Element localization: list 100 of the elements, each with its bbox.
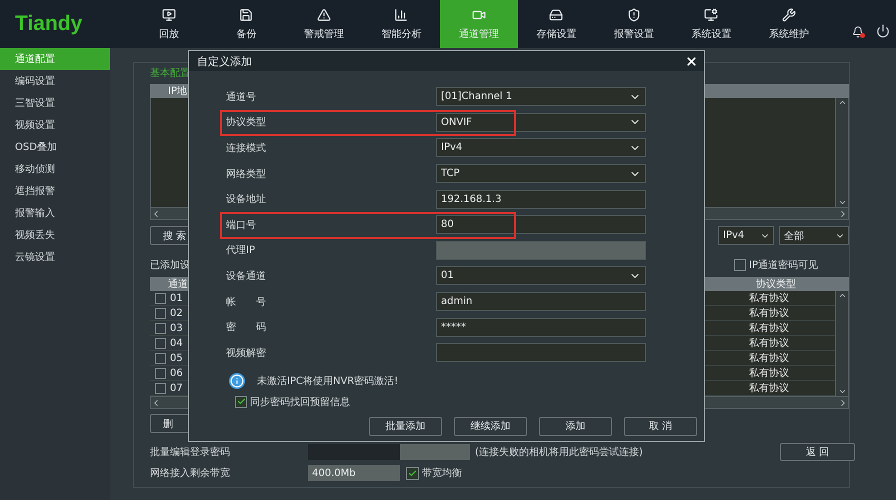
dropdown[interactable]: ONVIF (436, 112, 646, 132)
checkbox[interactable] (734, 259, 746, 271)
table-cell-text: 私有协议 (749, 366, 789, 380)
chevron-up-icon (838, 291, 846, 300)
checkbox[interactable] (155, 382, 166, 394)
table-cell: 01 (170, 292, 183, 304)
chevron-down-icon (838, 198, 846, 207)
input-field[interactable] (436, 240, 646, 260)
dialog-button[interactable]: 添加 (539, 416, 612, 436)
logo: Tiandy (14, 11, 84, 37)
input-field[interactable]: 192.168.1.3 (436, 190, 646, 209)
field-label: 通道号 (226, 90, 257, 104)
table-cell-text: 私有协议 (749, 382, 789, 395)
table-header: IP地 (150, 84, 190, 98)
power-icon[interactable] (876, 24, 890, 38)
nav-tab[interactable]: 警戒管理 (285, 0, 362, 48)
checkbox[interactable] (155, 308, 166, 318)
checkbox-label: IP通道密码可见 (749, 258, 818, 272)
info-icon (229, 372, 245, 389)
dropdown[interactable]: 01 (436, 266, 646, 286)
field-label: 连接模式 (226, 142, 267, 155)
monitor-play-icon (162, 8, 176, 22)
table-cell: 02 (170, 308, 183, 318)
dropdown[interactable]: IPv4 (718, 226, 774, 245)
dropdown[interactable]: TCP (436, 164, 646, 184)
checkbox[interactable] (406, 466, 419, 480)
table-cell: 05 (170, 352, 183, 364)
check-icon (236, 397, 246, 406)
check-icon (408, 468, 417, 478)
field-label: 设备通道 (226, 270, 267, 283)
nav-tab[interactable]: 智能分析 (362, 0, 440, 48)
table-cell: 07 (170, 382, 183, 394)
field-label: 密 码 (226, 320, 267, 334)
table-cell-text: 私有协议 (749, 306, 789, 320)
table-cell: 06 (170, 368, 183, 378)
table-cell: 03 (170, 322, 183, 334)
sidebar-item[interactable]: 视频丢失 (0, 224, 110, 246)
password-field[interactable] (308, 444, 400, 460)
checkbox[interactable] (155, 368, 166, 378)
input-field[interactable]: ***** (436, 318, 646, 337)
table-cell-text: 私有协议 (749, 292, 789, 305)
chevron-down-icon (838, 387, 846, 396)
scrollbar[interactable] (835, 291, 848, 396)
nav-tab[interactable]: 系统设置 (672, 0, 750, 48)
shield-alert-icon (626, 8, 641, 22)
dialog-button[interactable]: 取 消 (624, 416, 697, 436)
checkbox[interactable] (155, 292, 166, 304)
scrollbar[interactable] (703, 207, 849, 220)
field-label: 网络接入剩余带宽 (150, 466, 231, 480)
bandwidth-field: 400.0Mb (308, 465, 400, 481)
checkbox[interactable] (155, 352, 166, 364)
table-cell-text: 私有协议 (749, 336, 789, 350)
dropdown[interactable]: IPv4 (436, 138, 646, 158)
monitor-gear-icon (704, 8, 718, 22)
checkbox-label: 带宽均衡 (422, 466, 462, 480)
field-label: 网络类型 (226, 168, 267, 181)
checkbox[interactable] (155, 338, 166, 348)
scrollbar[interactable] (150, 396, 190, 409)
sidebar-item[interactable]: 移动侦测 (0, 158, 110, 180)
table-cell-text: 私有协议 (749, 352, 789, 365)
sidebar-item[interactable]: 视频设置 (0, 114, 110, 136)
field-label: 批量编辑登录密码 (150, 446, 231, 459)
input-field[interactable] (436, 343, 646, 362)
scrollbar[interactable] (150, 207, 190, 220)
sidebar-item[interactable]: 报警输入 (0, 202, 110, 224)
close-icon[interactable] (685, 54, 698, 68)
scrollbar[interactable] (835, 98, 848, 207)
input-field[interactable]: 80 (436, 215, 646, 234)
nav-tab[interactable]: 报警设置 (595, 0, 672, 48)
field-label: 代理IP (226, 244, 256, 258)
nav-tab[interactable]: 系统维护 (750, 0, 828, 48)
nav-tab[interactable]: 回放 (130, 0, 208, 48)
field-label: 帐 号 (226, 296, 267, 309)
nav-tab[interactable]: 存储设置 (518, 0, 595, 48)
sidebar-item[interactable]: 云镜设置 (0, 246, 110, 268)
field-label: 设备地址 (226, 192, 267, 206)
bar-chart-icon (394, 8, 408, 22)
field-label: 端口号 (226, 218, 257, 232)
table-cell: 04 (170, 338, 183, 348)
sidebar-item[interactable]: 遮挡报警 (0, 180, 110, 202)
scrollbar[interactable] (703, 396, 849, 409)
field-label: 协议类型 (226, 116, 267, 130)
dialog-button[interactable]: 继续添加 (454, 416, 527, 436)
dropdown[interactable]: [01]Channel 1 (436, 87, 646, 106)
notice-text: 未激活IPC将使用NVR密码激活! (257, 374, 398, 388)
bell-icon[interactable] (852, 26, 864, 38)
sidebar-item[interactable]: OSD叠加 (0, 136, 110, 158)
nav-tab[interactable]: 备份 (208, 0, 285, 48)
back-button[interactable]: 返 回 (780, 443, 855, 461)
checkbox[interactable] (235, 396, 247, 408)
field-label: 视频解密 (226, 346, 267, 360)
hard-drive-icon (549, 8, 564, 22)
input-field[interactable]: admin (436, 292, 646, 312)
table-header: 通道 (150, 277, 190, 291)
dropdown[interactable]: 全部 (779, 226, 849, 245)
warning-icon (316, 8, 331, 22)
sidebar-item[interactable]: 编码设置 (0, 70, 110, 92)
sidebar-item[interactable]: 三智设置 (0, 92, 110, 114)
dialog-button[interactable]: 批量添加 (369, 416, 442, 436)
checkbox[interactable] (155, 322, 166, 334)
